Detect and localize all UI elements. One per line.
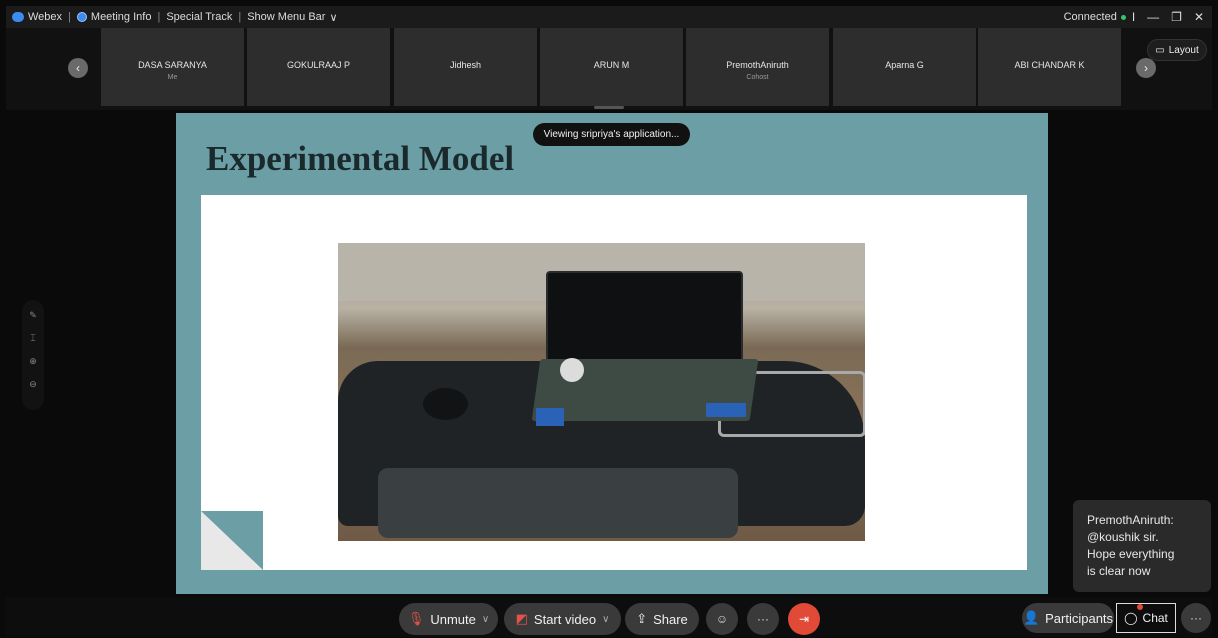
participant-tile[interactable]: Jidhesh [394,28,537,106]
smiley-icon: ☺ [715,612,729,626]
paper-fold-corner [201,511,263,570]
participant-tile[interactable]: PremothAniruth Cohost [686,28,829,106]
app-name: Webex [28,11,63,23]
meeting-info-button[interactable]: Meeting Info [71,11,158,23]
meeting-info-label: Meeting Info [90,11,152,23]
participant-name: PremothAniruth [726,60,789,70]
chat-message-text: PremothAniruth: @koushik sir. Hope every… [1087,513,1175,578]
photo-motorbike-side [378,468,738,538]
video-off-icon: ◩ [515,611,528,626]
special-track-label[interactable]: Special Track [160,11,238,23]
restore-icon[interactable]: ❐ [1171,10,1182,24]
reactions-button[interactable]: ☺ [706,603,738,635]
participant-strip: DASA SARANYA Me GOKULRAAJ P Jidhesh ARUN… [6,28,1212,110]
chevron-down-icon[interactable]: ∨ [602,614,609,625]
start-video-label: Start video [533,611,597,627]
show-menu-bar-text: Show Menu Bar [247,11,326,23]
participant-tile[interactable]: ARUN M [540,28,683,106]
participant-name: Aparna G [885,60,924,70]
share-button[interactable]: ⇪ Share [625,603,699,635]
photo-circuit-board [706,403,746,417]
strip-resize-handle[interactable] [594,106,624,109]
chat-notification[interactable]: PremothAniruth: @koushik sir. Hope every… [1073,500,1211,592]
participant-name: ARUN M [593,60,630,70]
pointer-icon[interactable]: ⌶ [30,333,35,344]
unmute-button[interactable]: 🎙 Unmute ∨ [399,603,498,635]
special-track-text: Special Track [166,11,233,23]
annotation-toolbar: ✎ ⌶ ⊕ ⊖ [22,300,44,410]
participant-tile[interactable]: DASA SARANYA Me [101,28,244,106]
webex-menu[interactable]: Webex [6,11,68,23]
share-icon: ⇪ [636,611,648,626]
layout-button[interactable]: ▭ Layout [1147,39,1207,61]
more-options-button[interactable]: ··· [747,603,779,635]
photo-laptop-screen [546,271,743,367]
layout-icon: ▭ [1155,44,1165,56]
minimize-icon[interactable]: — [1147,10,1159,24]
layout-label: Layout [1168,44,1199,56]
participants-label: Participants [1045,610,1114,626]
connected-dot-icon [1120,14,1126,20]
unmute-label: Unmute [430,611,476,627]
participant-tile[interactable]: Aparna G [833,28,976,106]
participant-name: GOKULRAAJ P [286,60,351,70]
leave-meeting-button[interactable]: ⇥ [788,603,820,635]
slide-title: Experimental Model [206,139,515,178]
participants-button[interactable]: 👤 Participants [1022,603,1114,633]
sharing-tooltip: Viewing sripriya's application... [533,123,690,146]
zoom-out-icon[interactable]: ⊖ [29,379,37,390]
chevron-down-icon: ∨ [329,11,338,24]
connection-status: Connected [1064,11,1132,23]
webex-logo-icon [12,12,24,22]
start-video-button[interactable]: ◩ Start video ∨ [504,603,621,635]
connection-status-text: Connected [1063,11,1117,23]
experiment-photo [338,243,865,541]
show-menu-bar-button[interactable]: Show Menu Bar ∨ [241,11,343,24]
annotate-icon[interactable]: ✎ [29,310,37,321]
share-label: Share [653,611,688,627]
photo-disc [560,358,584,382]
participant-name: ABI CHANDAR K [1014,60,1085,70]
chevron-right-icon[interactable]: › [1136,58,1156,78]
zoom-in-icon[interactable]: ⊕ [29,356,37,367]
person-icon: 👤 [1022,610,1040,625]
leave-icon: ⇥ [798,612,810,626]
more-icon: ··· [757,612,769,626]
chevron-left-icon[interactable]: ‹ [68,58,88,78]
participant-role: Cohost [746,74,769,81]
info-icon [76,12,87,22]
participant-tile[interactable]: ABI CHANDAR K [978,28,1121,106]
window-controls: I — ❐ ✕ [1132,10,1212,24]
separator-icon: I [1131,10,1136,24]
title-bar: Webex | Meeting Info | Special Track | S… [6,6,1212,28]
close-icon[interactable]: ✕ [1194,10,1204,24]
shared-content: Experimental Model [176,113,1048,594]
chat-label: Chat [1142,611,1168,625]
chat-unread-dot [1137,604,1143,610]
photo-mouse [423,388,468,420]
meeting-window: Webex | Meeting Info | Special Track | S… [0,0,1218,638]
participant-name: Jidhesh [449,60,482,70]
participant-tile[interactable]: GOKULRAAJ P [247,28,390,106]
chat-bubble-icon: ◯ [1124,611,1138,625]
chat-button[interactable]: ◯ Chat [1116,603,1176,633]
more-panels-button[interactable]: ··· [1181,603,1211,633]
microphone-muted-icon: 🎙 [407,611,425,626]
chevron-down-icon[interactable]: ∨ [482,614,489,625]
participant-name: DASA SARANYA [138,60,207,70]
photo-circuit-board [536,408,564,426]
participant-role: Me [167,74,178,81]
more-icon: ··· [1190,611,1202,625]
